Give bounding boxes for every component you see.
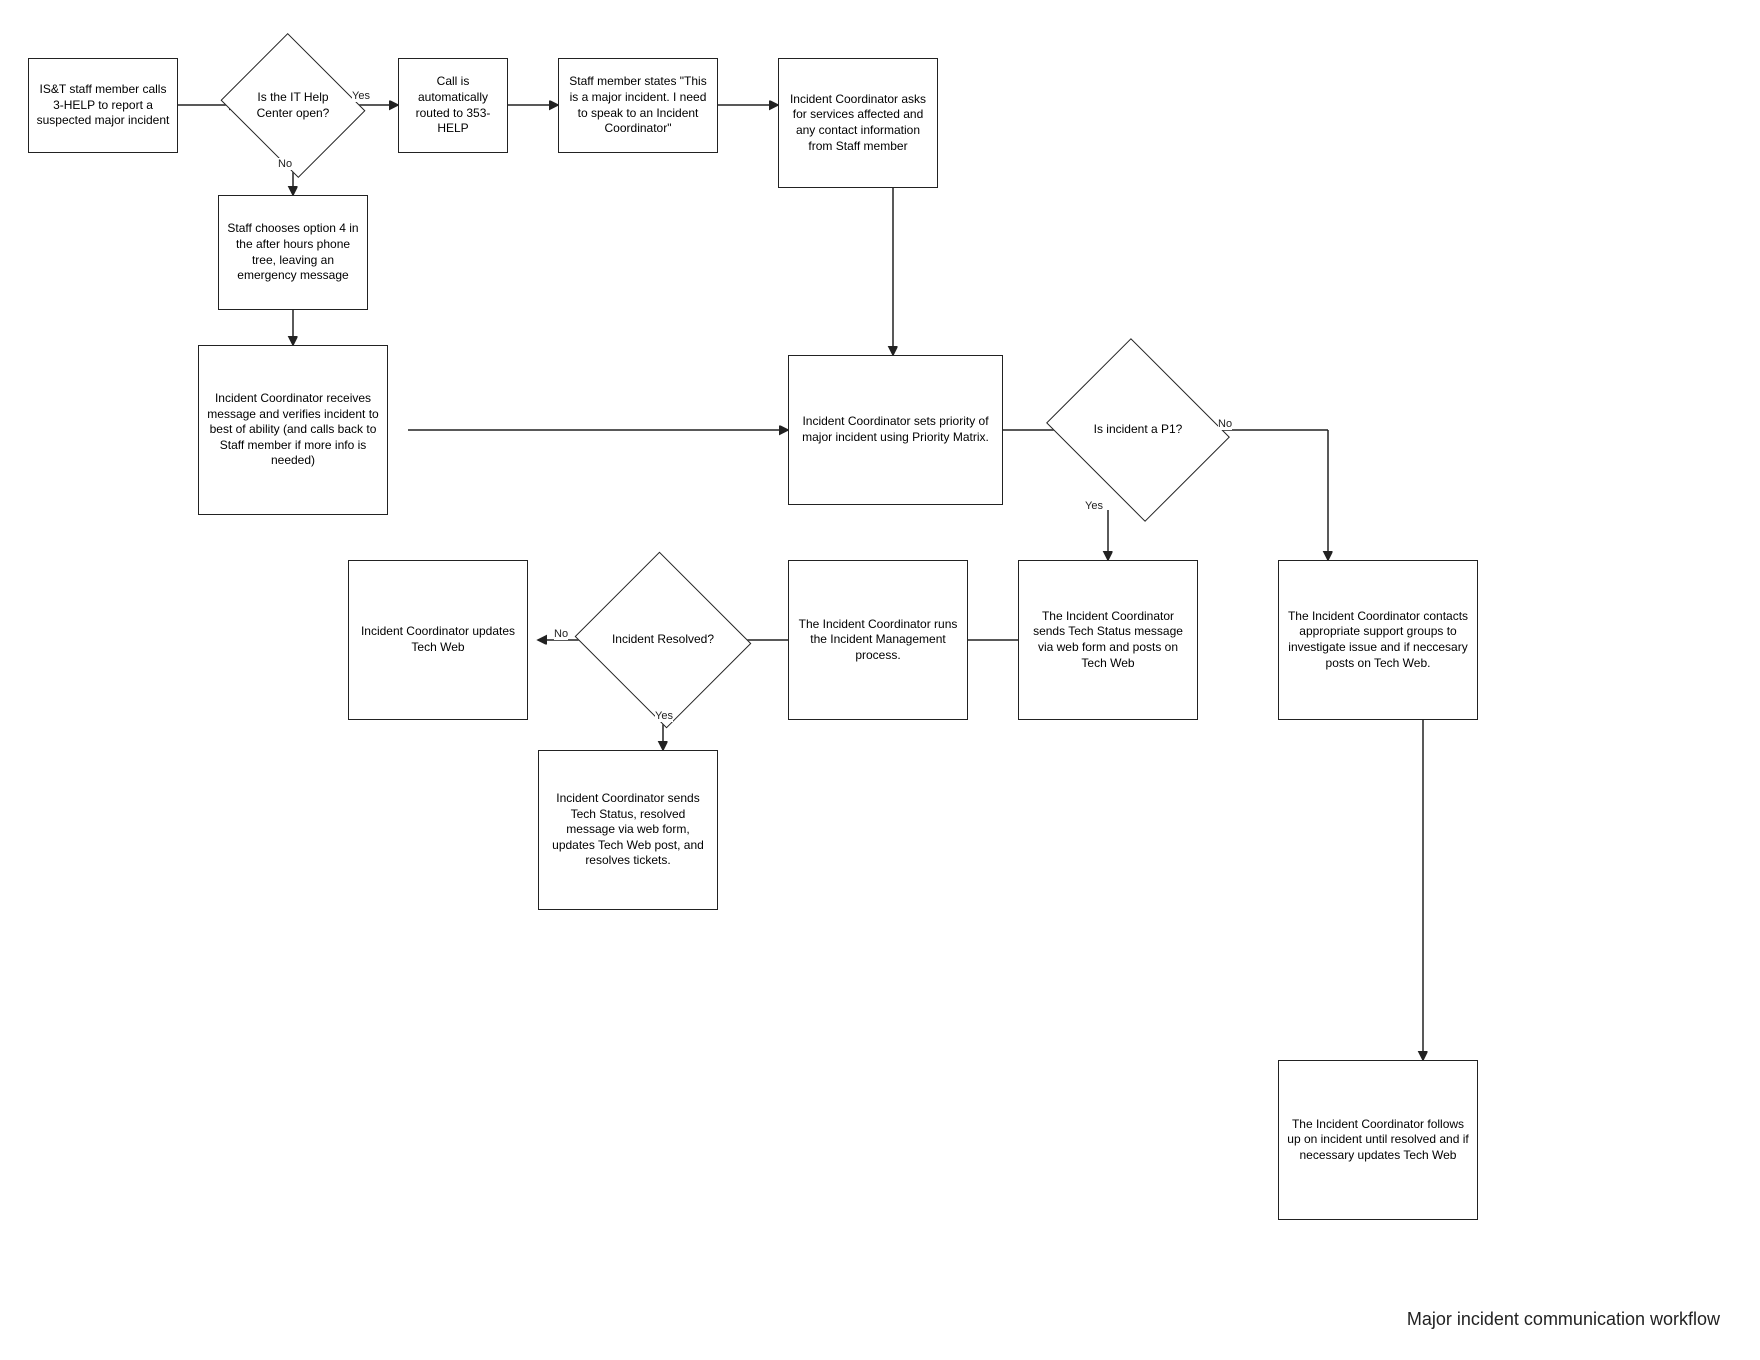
node-help-center-open: Is the IT Help Center open? [238, 58, 348, 153]
node-call-routed: Call is automatically routed to 353-HELP [398, 58, 508, 153]
node-coordinator-asks: Incident Coordinator asks for services a… [778, 58, 938, 188]
node-staff-chooses: Staff chooses option 4 in the after hour… [218, 195, 368, 310]
node-sends-resolved: Incident Coordinator sends Tech Status, … [538, 750, 718, 910]
node-follows-up: The Incident Coordinator follows up on i… [1278, 1060, 1478, 1220]
label-no-2: No [1218, 418, 1232, 430]
node-contacts-support: The Incident Coordinator contacts approp… [1278, 560, 1478, 720]
node-runs-incident-mgmt: The Incident Coordinator runs the Incide… [788, 560, 968, 720]
node-staff-states: Staff member states "This is a major inc… [558, 58, 718, 153]
page-title: Major incident communication workflow [1407, 1309, 1720, 1330]
label-yes-1: Yes [352, 90, 370, 102]
label-no-3: No [554, 628, 568, 640]
label-yes-3: Yes [655, 710, 673, 722]
node-incident-resolved: Incident Resolved? [598, 580, 728, 700]
node-is-p1: Is incident a P1? [1068, 370, 1208, 490]
label-no-1: No [278, 158, 292, 170]
node-isst-staff: IS&T staff member calls 3-HELP to report… [28, 58, 178, 153]
node-updates-tech-web: Incident Coordinator updates Tech Web [348, 560, 528, 720]
node-sets-priority: Incident Coordinator sets priority of ma… [788, 355, 1003, 505]
label-yes-2: Yes [1085, 500, 1103, 512]
node-sends-tech-status: The Incident Coordinator sends Tech Stat… [1018, 560, 1198, 720]
node-coordinator-receives: Incident Coordinator receives message an… [198, 345, 388, 515]
